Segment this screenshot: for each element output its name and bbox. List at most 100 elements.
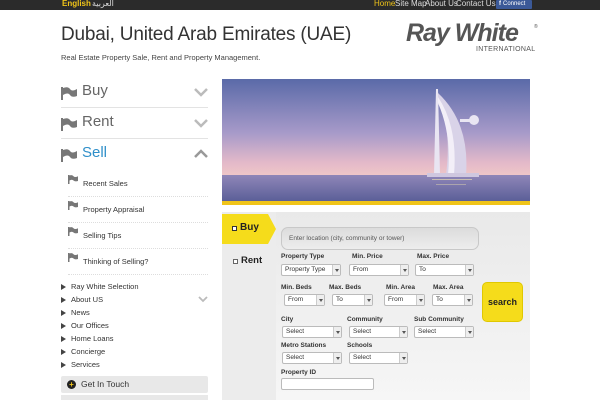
logo-subtitle: INTERNATIONAL xyxy=(476,46,536,53)
search-button[interactable]: search xyxy=(482,282,523,322)
hero-accent-strip xyxy=(222,201,530,205)
top-link-about-us[interactable]: About Us xyxy=(425,0,458,8)
nav-item-label: Sell xyxy=(82,144,108,161)
chevron-down-icon xyxy=(194,88,208,97)
divider xyxy=(68,196,208,197)
sub-item-property-appraisal[interactable]: Property Appraisal xyxy=(68,201,208,221)
arrow-right-icon xyxy=(61,362,66,368)
sub-item-recent-sales[interactable]: Recent Sales xyxy=(68,175,208,195)
min-beds-select[interactable]: From xyxy=(284,294,325,306)
max-area-select[interactable]: To xyxy=(432,294,473,306)
metro-stations-select[interactable]: Select xyxy=(282,352,342,364)
plus-icon: + xyxy=(67,380,76,389)
flag-icon xyxy=(68,253,78,262)
ray-white-logo[interactable]: Ray White xyxy=(406,19,519,48)
sub-item-label: Selling Tips xyxy=(83,231,122,240)
chevron-down-icon xyxy=(194,119,208,128)
get-in-touch-button[interactable]: + Get In Touch xyxy=(61,376,208,393)
sub-community-select[interactable]: Select xyxy=(414,326,474,338)
location-search-input[interactable] xyxy=(281,227,479,250)
chevron-down-icon xyxy=(399,353,407,363)
flag-icon xyxy=(61,118,77,131)
label-schools: Schools xyxy=(347,342,373,349)
hero-image-burj-al-arab xyxy=(222,79,530,201)
select-value: Select xyxy=(286,354,305,361)
select-value: Select xyxy=(286,328,305,335)
top-link-contact-us[interactable]: Contact Us xyxy=(456,0,496,8)
select-value: From xyxy=(288,296,304,303)
min-price-select[interactable]: From xyxy=(349,264,409,276)
flag-icon xyxy=(61,149,77,162)
search-tab-buy[interactable]: Buy xyxy=(222,214,268,244)
top-bar: English العربية Home Site Map About Us C… xyxy=(0,0,600,10)
min-area-select[interactable]: From xyxy=(384,294,425,306)
nav-item-label: Buy xyxy=(82,82,108,99)
select-value: To xyxy=(419,266,426,273)
language-english-link[interactable]: English xyxy=(62,0,91,8)
sub-item-label: Recent Sales xyxy=(83,179,128,188)
label-max-area: Max. Area xyxy=(433,284,464,291)
label-property-id: Property ID xyxy=(281,369,317,376)
nav-link-home-loans[interactable]: Home Loans xyxy=(61,333,208,346)
flag-icon xyxy=(68,175,78,184)
nav-item-label: Rent xyxy=(82,113,114,130)
nav-link-ray-white-selection[interactable]: Ray White Selection xyxy=(61,281,208,294)
chevron-down-icon xyxy=(464,295,472,305)
arrow-right-icon xyxy=(61,336,66,342)
site-tagline: Real Estate Property Sale, Rent and Prop… xyxy=(61,53,261,62)
property-type-select[interactable]: Property Type xyxy=(281,264,341,276)
logo-registered-mark: ® xyxy=(534,24,538,30)
city-select[interactable]: Select xyxy=(282,326,342,338)
max-beds-select[interactable]: To xyxy=(332,294,373,306)
facebook-connect-label: Connect xyxy=(503,1,526,7)
facebook-connect-button[interactable]: f Connect xyxy=(496,0,532,9)
chevron-down-icon xyxy=(400,265,408,275)
select-value: Select xyxy=(418,328,437,335)
nav-item-rent[interactable]: Rent xyxy=(61,109,208,139)
property-id-input[interactable] xyxy=(281,378,374,390)
nav-item-sell[interactable]: Sell xyxy=(61,140,208,170)
arrow-right-icon xyxy=(61,297,66,303)
nav-link-label: Ray White Selection xyxy=(71,282,139,291)
label-sub-community: Sub Community xyxy=(414,316,464,323)
chevron-down-icon xyxy=(465,265,473,275)
language-arabic-link[interactable]: العربية xyxy=(92,0,114,8)
sub-item-selling-tips[interactable]: Selling Tips xyxy=(68,227,208,247)
nav-item-buy[interactable]: Buy xyxy=(61,78,208,108)
label-property-type: Property Type xyxy=(281,253,325,260)
active-tab-pointer xyxy=(268,214,276,244)
select-value: From xyxy=(353,266,369,273)
label-min-beds: Min. Beds xyxy=(281,284,312,291)
sub-item-thinking-of-selling[interactable]: Thinking of Selling? xyxy=(68,253,208,273)
label-min-price: Min. Price xyxy=(352,253,383,260)
nav-link-about-us[interactable]: About US xyxy=(61,294,208,307)
search-tab-rent[interactable]: Rent xyxy=(222,250,276,274)
chevron-down-icon xyxy=(465,327,473,337)
nav-link-our-offices[interactable]: Our Offices xyxy=(61,320,208,333)
select-value: Select xyxy=(353,354,372,361)
arrow-right-icon xyxy=(61,310,66,316)
max-price-select[interactable]: To xyxy=(415,264,474,276)
nav-link-services[interactable]: Services xyxy=(61,359,208,372)
arrow-right-icon xyxy=(61,349,66,355)
schools-select[interactable]: Select xyxy=(349,352,408,364)
nav-link-label: About US xyxy=(71,295,104,304)
top-link-home[interactable]: Home xyxy=(374,0,395,8)
arrow-right-icon xyxy=(61,284,66,290)
select-value: Select xyxy=(353,328,372,335)
chevron-down-icon xyxy=(364,295,372,305)
nav-link-concierge[interactable]: Concierge xyxy=(61,346,208,359)
nav-link-label: Home Loans xyxy=(71,334,114,343)
nav-link-label: Our Offices xyxy=(71,321,109,330)
nav-link-label: Concierge xyxy=(71,347,106,356)
nav-link-news[interactable]: News xyxy=(61,307,208,320)
select-value: To xyxy=(436,296,443,303)
top-link-site-map[interactable]: Site Map xyxy=(395,0,427,8)
chevron-down-icon xyxy=(316,295,324,305)
nav-link-label: News xyxy=(71,308,90,317)
divider xyxy=(68,222,208,223)
page-title: Dubai, United Arab Emirates (UAE) xyxy=(61,24,352,45)
search-tab-label: Buy xyxy=(240,222,259,233)
community-select[interactable]: Select xyxy=(349,326,408,338)
search-tab-label: Rent xyxy=(241,255,263,266)
